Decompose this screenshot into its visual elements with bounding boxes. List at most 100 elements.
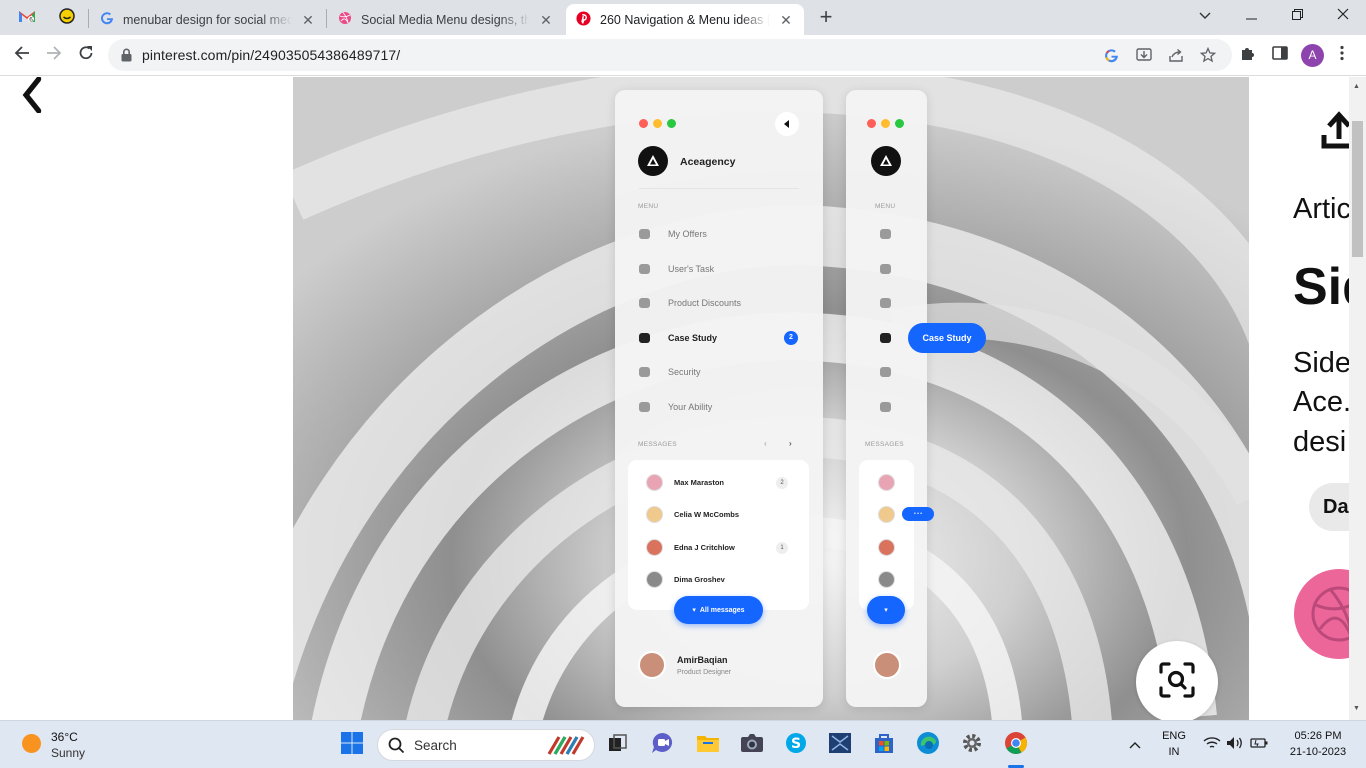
minimize-button[interactable] [1228,0,1274,30]
side-panel-icon [1272,45,1288,65]
pin-description-line: Side [1293,347,1349,379]
file-explorer-button[interactable] [694,731,722,759]
menu-item-security: Security [639,365,701,379]
tab-dribbble[interactable]: Social Media Menu designs, the ✕ [328,4,564,35]
share-upload-icon[interactable] [1321,107,1349,154]
app-button-map[interactable] [826,731,854,759]
discount-icon [880,298,891,308]
volume-icon[interactable] [1226,736,1244,755]
messages-panel: Max Maraston 2 Celia W McCombs Edna J Cr… [628,460,809,610]
tab-search-button[interactable] [1182,0,1228,30]
start-button[interactable] [338,731,366,759]
pin-title: Sid [1293,258,1349,316]
wifi-icon[interactable] [1203,736,1221,755]
tray-overflow-button[interactable] [1129,736,1141,754]
clock-time[interactable]: 05:26 PM [1280,730,1356,742]
taskbar-search[interactable]: Search [377,729,595,761]
tag-chip[interactable]: Da [1309,483,1349,531]
puzzle-icon [1240,45,1256,66]
chrome-menu-button[interactable] [1332,45,1352,65]
new-tab-button[interactable]: + [814,6,838,30]
lock-icon[interactable] [121,48,132,67]
chrome-button[interactable] [1002,731,1030,768]
back-button[interactable] [8,41,36,69]
message-row: Edna J Critchlow [646,538,735,556]
battery-icon[interactable] [1250,736,1268,755]
message-name: Dima Groshev [674,574,725,584]
message-row: Dima Groshev [646,570,725,588]
dribbble-avatar[interactable] [1294,569,1349,659]
store-button[interactable] [870,731,898,759]
reload-button[interactable] [72,41,100,69]
chat-button[interactable] [649,731,677,759]
tab-pinterest[interactable]: 260 Navigation & Menu ideas | ✕ [566,4,804,35]
sun-icon[interactable] [22,734,41,753]
side-panel-button[interactable] [1270,45,1290,65]
edge-button[interactable] [914,731,942,759]
task-icon [639,264,650,274]
avatar [878,571,895,588]
tab-separator [88,9,89,28]
menu-item-my-offers: My Offers [639,227,707,241]
scroll-up-icon[interactable]: ▲ [1353,83,1360,90]
scroll-down-icon[interactable]: ▼ [1353,705,1360,712]
user-name: AmirBaqian [677,655,728,665]
google-lens-icon[interactable] [1102,46,1120,64]
chevron-up-icon [1129,736,1141,753]
forward-button[interactable] [40,41,68,69]
search-highlight-icon [546,734,588,761]
clock-date[interactable]: 21-10-2023 [1280,746,1356,758]
tab-close-icon[interactable]: ✕ [778,12,794,28]
case-study-badge: 2 [784,331,798,345]
share-icon[interactable] [1167,46,1185,64]
arrow-right-icon [46,45,62,66]
menu-item-case-study: Case Study [639,331,717,345]
map-app-icon [828,732,852,759]
messages-next-icon: › [789,439,792,448]
menu-item-product-discounts: Product Discounts [639,296,741,310]
chat-icon [651,732,675,759]
weather-temperature[interactable]: 36°C [51,730,78,744]
tab-close-icon[interactable]: ✕ [538,12,554,28]
settings-button[interactable] [958,731,986,759]
messages-caption: MESSAGES [865,441,904,448]
messages-panel [859,460,914,610]
restore-button[interactable] [1274,0,1320,30]
close-window-button[interactable] [1320,0,1366,30]
language-indicator[interactable]: ENG [1158,730,1190,742]
camera-icon [740,733,764,758]
visual-search-button[interactable] [1136,641,1218,720]
smiley-icon [59,7,75,29]
page-scrollbar[interactable]: ▲ ▼ [1349,77,1366,720]
window-dots [867,119,904,128]
weather-description[interactable]: Sunny [51,746,85,760]
window-dots [639,119,676,128]
scrollbar-thumb[interactable] [1352,121,1363,257]
close-pin-button[interactable] [20,77,52,114]
bookmark-star-icon[interactable] [1199,46,1217,64]
message-name: Max Maraston [674,477,725,487]
pinned-tab-extension[interactable] [50,4,84,32]
message-count: 2 [776,477,788,489]
menu-item-label: Your Ability [668,402,713,412]
brand-name: Aceagency [680,156,736,168]
extensions-button[interactable] [1238,45,1258,65]
profile-avatar[interactable]: A [1301,44,1324,67]
language-region[interactable]: IN [1158,746,1190,758]
menu-item-label: My Offers [668,229,707,239]
tab-title: menubar design for social medi [123,12,292,27]
install-app-icon[interactable] [1135,46,1153,64]
skype-button[interactable]: S [782,731,810,759]
menu-item-your-ability: Your Ability [639,400,712,414]
pinned-tab-gmail[interactable]: 6 [10,4,44,32]
offers-icon [880,229,891,239]
camera-app-button[interactable] [738,731,766,759]
tab-close-icon[interactable]: ✕ [300,12,316,28]
task-view-button[interactable] [604,731,632,759]
brand-logo [871,146,901,176]
menu-item-label: User's Task [668,264,715,274]
address-bar[interactable]: pinterest.com/pin/249035054386489717/ [108,39,1232,71]
divider [639,188,799,189]
avatar [646,538,663,556]
tab-google-search[interactable]: menubar design for social medi ✕ [90,4,326,35]
